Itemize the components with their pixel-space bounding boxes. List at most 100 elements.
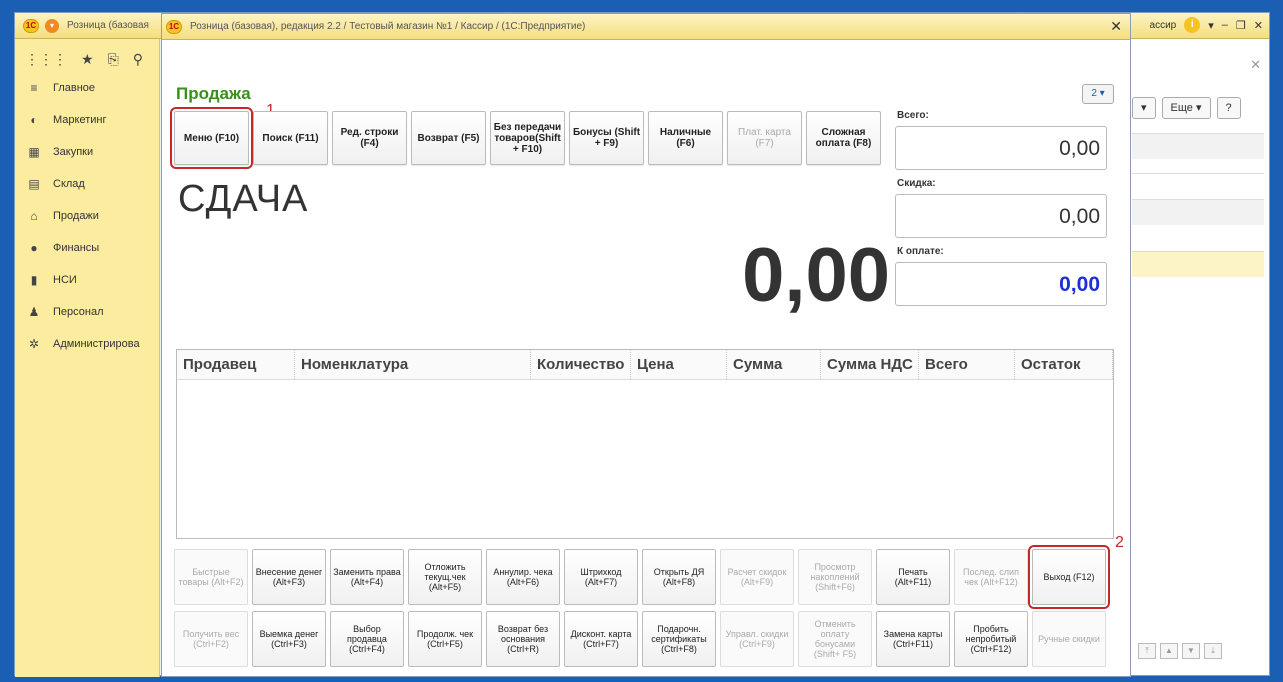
panel-close-icon[interactable]: ✕ xyxy=(1250,57,1261,73)
action-button-bottom_row2-6[interactable]: Подарочн. сертификаты (Ctrl+F8) xyxy=(642,611,716,667)
action-button-bottom_row2-9[interactable]: Замена карты (Ctrl+F11) xyxy=(876,611,950,667)
sidebar-item-4[interactable]: ⌂ Продажи xyxy=(15,200,159,232)
sidebar-item-2[interactable]: ▦ Закупки xyxy=(15,136,159,168)
info-icon[interactable]: i xyxy=(1184,17,1201,33)
to-pay-field: 0,00 xyxy=(895,262,1107,306)
action-button-bottom_row1-9[interactable]: Печать (Alt+F11) xyxy=(876,549,950,605)
column-header[interactable]: Сумма xyxy=(727,350,821,379)
search-icon[interactable]: ⚲ xyxy=(133,51,143,68)
sidebar-items: ≡ Главное ◐ Маркетинг ▦ Закупки ▤ Склад ⌂ Продажи… xyxy=(15,72,159,360)
boxes-icon: ▤ xyxy=(28,177,40,191)
toolbar-button-7[interactable]: Плат. карта (F7) xyxy=(727,111,802,165)
action-button-bottom_row1-0[interactable]: Быстрые товары (Alt+F2) xyxy=(174,549,248,605)
action-button-bottom_row2-4[interactable]: Возврат без основания (Ctrl+R) xyxy=(486,611,560,667)
action-button-bottom_row2-7[interactable]: Управл. скидки (Ctrl+F9) xyxy=(720,611,794,667)
column-header[interactable]: Количество xyxy=(531,350,631,379)
column-header[interactable]: Всего xyxy=(919,350,1015,379)
list-row[interactable] xyxy=(1132,199,1264,225)
action-button-bottom_row1-6[interactable]: Открыть ДЯ (Alt+F8) xyxy=(642,549,716,605)
action-button-bottom_row2-2[interactable]: Выбор продавца (Ctrl+F4) xyxy=(330,611,404,667)
help-dropdown-button[interactable]: 2 ▾ xyxy=(1082,84,1114,104)
basket-icon: ⌂ xyxy=(30,209,38,223)
sidebar-item-7[interactable]: ♟ Персонал xyxy=(15,296,159,328)
main-menu-dropdown-icon[interactable]: ▾ xyxy=(45,19,59,33)
close-icon[interactable]: ✕ xyxy=(1254,19,1263,32)
action-button-bottom_row1-7[interactable]: Расчет скидок (Alt+F9) xyxy=(720,549,794,605)
sale-window: 1С Розница (базовая), редакция 2.2 / Тес… xyxy=(161,13,1131,677)
first-page-icon[interactable]: ⤒ xyxy=(1138,643,1156,659)
action-button-bottom_row2-8[interactable]: Отменить оплату бонусами (Shift+ F5) xyxy=(798,611,872,667)
books-icon: ▮ xyxy=(30,273,38,287)
sale-window-close-icon[interactable]: ✕ xyxy=(1110,18,1122,35)
sidebar-item-6[interactable]: ▮ НСИ xyxy=(15,264,159,296)
column-header[interactable]: Цена xyxy=(631,350,727,379)
info-dropdown-icon[interactable]: ▾ xyxy=(1208,19,1214,32)
panel-buttons: ▾ Еще ▾ ? xyxy=(1132,97,1241,119)
discount-field: 0,00 xyxy=(895,194,1107,238)
next-page-icon[interactable]: ▼ xyxy=(1182,643,1200,659)
user-name[interactable]: ассир xyxy=(1150,20,1177,31)
grid-menu-icon[interactable]: ⋮⋮⋮ xyxy=(25,51,67,68)
toolbar-button-4[interactable]: Без передачи товаров(Shift + F10) xyxy=(490,111,565,165)
toolbar-button-8[interactable]: Сложная оплата (F8) xyxy=(806,111,881,165)
sidebar-tools: ⋮⋮⋮ ★ ⎘ ⚲ xyxy=(15,39,159,68)
toolbar-button-0[interactable]: Меню (F10) xyxy=(170,107,253,169)
action-button-bottom_row1-4[interactable]: Аннулир. чека (Alt+F6) xyxy=(486,549,560,605)
toolbar-button-5[interactable]: Бонусы (Shift + F9) xyxy=(569,111,644,165)
background-window-title: Розница (базовая xyxy=(67,20,149,31)
action-button-bottom_row1-1[interactable]: Внесение денег (Alt+F3) xyxy=(252,549,326,605)
toolbar-button-6[interactable]: Наличные (F6) xyxy=(648,111,723,165)
action-button-bottom_row2-0[interactable]: Получить вес (Ctrl+F2) xyxy=(174,611,248,667)
history-icon[interactable]: ⎘ xyxy=(108,51,119,68)
action-button-bottom_row2-10[interactable]: Пробить непробитый (Ctrl+F12) xyxy=(954,611,1028,667)
sale-window-titlebar: 1С Розница (базовая), редакция 2.2 / Тес… xyxy=(162,14,1130,40)
list-row-selected[interactable] xyxy=(1132,251,1264,277)
sidebar-item-label: Маркетинг xyxy=(53,114,107,126)
minimize-icon[interactable]: – xyxy=(1222,19,1228,31)
more-button[interactable]: Еще ▾ xyxy=(1161,97,1211,119)
column-header[interactable]: Продавец xyxy=(177,350,295,379)
column-header[interactable]: Сумма НДС xyxy=(821,350,919,379)
pie-chart-icon: ◐ xyxy=(30,113,38,127)
toolbar-button-2[interactable]: Ред. строки (F4) xyxy=(332,111,407,165)
restore-icon[interactable]: ❐ xyxy=(1236,19,1246,32)
prev-page-icon[interactable]: ▲ xyxy=(1160,643,1178,659)
action-button-bottom_row2-5[interactable]: Дисконт. карта (Ctrl+F7) xyxy=(564,611,638,667)
action-button-bottom_row1-2[interactable]: Заменить права (Alt+F4) xyxy=(330,549,404,605)
bottom-toolbar-row-1: Быстрые товары (Alt+F2) Внесение денег (A… xyxy=(174,545,1110,609)
sidebar-item-8[interactable]: ✲ Администрирова xyxy=(15,328,159,360)
sidebar-item-3[interactable]: ▤ Склад xyxy=(15,168,159,200)
action-button-bottom_row2-1[interactable]: Выемка денег (Ctrl+F3) xyxy=(252,611,326,667)
action-button-bottom_row2-11[interactable]: Ручные скидки xyxy=(1032,611,1106,667)
action-button-bottom_row2-3[interactable]: Продолж. чек (Ctrl+F5) xyxy=(408,611,482,667)
1c-logo-icon: 1С xyxy=(166,20,182,34)
sale-window-title: Розница (базовая), редакция 2.2 / Тестов… xyxy=(190,21,586,32)
1c-logo-icon: 1С xyxy=(23,19,39,33)
last-page-icon[interactable]: ⤓ xyxy=(1204,643,1222,659)
action-button-bottom_row1-5[interactable]: Штрихкод (Alt+F7) xyxy=(564,549,638,605)
items-table[interactable]: Продавец Номенклатура Количество Цена Сумма С… xyxy=(176,349,1114,539)
sidebar: ⋮⋮⋮ ★ ⎘ ⚲ ≡ Главное ◐ Маркетинг ▦ Закупки ▤ Скл… xyxy=(15,39,160,677)
toolbar-button-3[interactable]: Возврат (F5) xyxy=(411,111,486,165)
totals-panel: Всего: 0,00 Скидка: 0,00 К оплате: 0,00 xyxy=(895,110,1125,314)
help-button[interactable]: ? xyxy=(1216,97,1241,119)
sidebar-item-1[interactable]: ◐ Маркетинг xyxy=(15,104,159,136)
total-field: 0,00 xyxy=(895,126,1107,170)
action-button-bottom_row1-3[interactable]: Отложить текущ.чек (Alt+F5) xyxy=(408,549,482,605)
column-header[interactable]: Номенклатура xyxy=(295,350,531,379)
action-button-bottom_row1-10[interactable]: Послед. слип чек (Alt+F12) xyxy=(954,549,1028,605)
cart-icon: ▦ xyxy=(28,145,40,159)
sidebar-item-label: Закупки xyxy=(53,146,94,158)
sidebar-item-label: Продажи xyxy=(53,210,99,222)
sidebar-item-5[interactable]: ● Финансы xyxy=(15,232,159,264)
panel-dropdown-button[interactable]: ▾ xyxy=(1132,97,1156,119)
action-button-bottom_row1-8[interactable]: Просмотр накоплений (Shift+F6) xyxy=(798,549,872,605)
exit-button[interactable]: Выход (F12) xyxy=(1028,545,1110,609)
sidebar-item-label: Персонал xyxy=(53,306,104,318)
sidebar-item-0[interactable]: ≡ Главное xyxy=(15,72,159,104)
column-header[interactable]: Остаток xyxy=(1015,350,1113,379)
toolbar-button-1[interactable]: Поиск (F11) xyxy=(253,111,328,165)
sidebar-item-label: Склад xyxy=(53,178,85,190)
favorites-star-icon[interactable]: ★ xyxy=(81,51,94,68)
list-row[interactable] xyxy=(1132,173,1264,174)
